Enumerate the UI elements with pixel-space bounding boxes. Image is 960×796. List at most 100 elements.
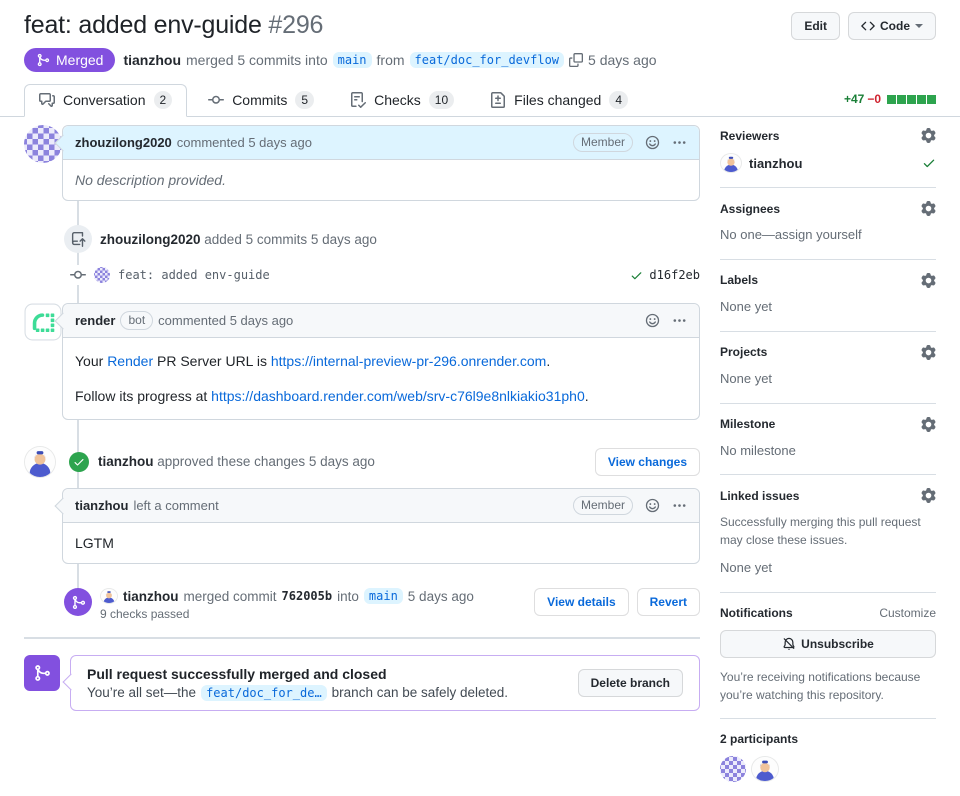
tab-label: Commits	[232, 92, 288, 108]
comment-action: commented 5 days ago	[158, 313, 294, 329]
base-branch-label[interactable]: main	[332, 52, 372, 68]
event-text: merged commit	[183, 588, 277, 604]
tab-label: Checks	[374, 92, 421, 108]
tab-conversation[interactable]: Conversation 2	[24, 84, 188, 117]
projects-heading: Projects	[720, 345, 768, 360]
delete-branch-button[interactable]: Delete branch	[577, 669, 683, 698]
render-link[interactable]: Render	[107, 353, 153, 369]
kebab-icon[interactable]	[672, 313, 687, 328]
gear-icon[interactable]	[921, 488, 936, 504]
avatar[interactable]	[94, 267, 110, 284]
customize-link[interactable]: Customize	[879, 606, 936, 620]
gear-icon[interactable]	[921, 201, 936, 216]
tab-checks[interactable]: Checks 10	[335, 84, 469, 117]
diffstat-deletions: −0	[867, 92, 881, 106]
kebab-icon[interactable]	[672, 135, 687, 150]
pr-header: feat: added env-guide #296 Edit Code Mer…	[0, 0, 960, 84]
unsubscribe-button[interactable]: Unsubscribe	[720, 630, 936, 659]
gear-icon[interactable]	[921, 416, 936, 432]
git-commit-icon	[208, 95, 225, 104]
code-button-label: Code	[880, 19, 910, 33]
sidebar-section-assignees: Assignees No one—assign yourself	[720, 188, 936, 260]
tab-count: 5	[295, 91, 315, 109]
preview-url-link[interactable]: https://internal-preview-pr-296.onrender…	[271, 353, 546, 369]
bell-slash-icon	[782, 637, 796, 651]
avatar[interactable]	[100, 588, 118, 605]
git-merge-icon	[37, 53, 50, 67]
view-details-button[interactable]: View details	[534, 588, 629, 617]
pr-timeline-column: zhouzilong2020 commented 5 days ago Memb…	[24, 125, 700, 796]
comment-author-link[interactable]: tianzhou	[75, 498, 128, 513]
event-author-link[interactable]: zhouzilong2020	[100, 232, 201, 247]
gear-icon[interactable]	[921, 128, 936, 143]
base-branch-label[interactable]: main	[363, 588, 403, 605]
event-author-link[interactable]: tianzhou	[123, 589, 179, 604]
notifications-heading: Notifications	[720, 606, 793, 621]
comment-action: commented 5 days ago	[176, 135, 312, 150]
sidebar-section-notifications: Notifications Customize Unsubscribe You’…	[720, 593, 936, 720]
code-dropdown-button[interactable]: Code	[848, 12, 936, 40]
smiley-icon[interactable]	[645, 498, 660, 513]
merged-sha-link[interactable]: 762005b	[282, 589, 333, 603]
check-icon[interactable]	[630, 269, 643, 282]
tab-commits[interactable]: Commits 5	[193, 84, 329, 117]
head-branch-label[interactable]: feat/doc_for_devflow	[409, 52, 565, 68]
edit-button[interactable]: Edit	[791, 12, 840, 40]
deleted-branch-label[interactable]: feat/doc_for_de…	[201, 684, 327, 701]
repo-push-icon	[64, 225, 92, 254]
approved-check-icon	[922, 156, 936, 170]
comment-body: No description provided.	[75, 172, 226, 188]
sidebar-section-linked-issues: Linked issues Successfully merging this …	[720, 475, 936, 594]
comment-discussion-icon	[39, 93, 55, 107]
revert-button[interactable]: Revert	[636, 588, 700, 617]
linked-issues-empty: None yet	[720, 560, 773, 576]
kebab-icon[interactable]	[672, 498, 687, 513]
timeline-merge-event: tianzhou merged commit 762005b into main…	[24, 588, 700, 621]
checks-passed-link[interactable]: 9 checks passed	[100, 607, 474, 621]
event-text: approved these changes 5 days ago	[157, 454, 375, 470]
copy-icon[interactable]	[569, 53, 584, 67]
smiley-icon[interactable]	[645, 313, 660, 328]
assign-yourself-link[interactable]: assign yourself	[775, 227, 862, 242]
member-badge: Member	[572, 495, 633, 515]
sidebar-section-milestone: Milestone No milestone	[720, 404, 936, 476]
smiley-icon[interactable]	[645, 135, 660, 150]
checklist-icon	[351, 92, 367, 108]
event-time: 5 days ago	[407, 588, 474, 604]
avatar[interactable]	[24, 445, 56, 478]
merge-author-link[interactable]: tianzhou	[123, 52, 181, 68]
pr-number: #296	[268, 11, 324, 39]
tab-files-changed[interactable]: Files changed 4	[475, 84, 643, 117]
commit-message-link[interactable]: feat: added env-guide	[118, 268, 270, 282]
timeline-bot-comment: render bot commented 5 days ago Your Ren…	[24, 303, 700, 420]
gear-icon[interactable]	[921, 344, 936, 360]
dashboard-url-link[interactable]: https://dashboard.render.com/web/srv-c76…	[211, 388, 585, 404]
avatar[interactable]	[720, 756, 746, 783]
bot-badge: bot	[120, 311, 154, 331]
unsubscribe-label: Unsubscribe	[801, 637, 874, 652]
event-author-link[interactable]: tianzhou	[98, 454, 154, 469]
participants-heading: 2 participants	[720, 732, 799, 747]
bot-comment-line1: Your Render PR Server URL is https://int…	[75, 353, 551, 370]
assignees-heading: Assignees	[720, 201, 781, 216]
code-icon	[861, 21, 875, 31]
avatar[interactable]	[751, 756, 779, 783]
page-title: feat: added env-guide #296	[24, 10, 323, 40]
bot-author-link[interactable]: render	[75, 313, 115, 328]
view-changes-button[interactable]: View changes	[594, 447, 700, 476]
comment-author-link[interactable]: zhouzilong2020	[75, 135, 172, 150]
approved-check-icon	[69, 451, 89, 472]
diffstat-additions: +47	[843, 92, 865, 106]
reviewer-row[interactable]: tianzhou	[720, 153, 936, 173]
tab-label: Conversation	[63, 92, 146, 108]
sidebar-section-projects: Projects None yet	[720, 332, 936, 404]
reviewers-heading: Reviewers	[720, 128, 780, 143]
gear-icon[interactable]	[921, 272, 936, 288]
timeline-review-event: tianzhou approved these changes 5 days a…	[24, 445, 700, 478]
file-diff-icon	[491, 92, 506, 108]
reviewer-name: tianzhou	[749, 155, 803, 171]
timeline-commits-event: zhouzilong2020 added 5 commits 5 days ag…	[24, 225, 700, 254]
commit-sha-link[interactable]: d16f2eb	[649, 268, 700, 282]
git-merge-icon	[24, 655, 60, 692]
comment-header: tianzhou left a comment Member	[63, 488, 699, 523]
